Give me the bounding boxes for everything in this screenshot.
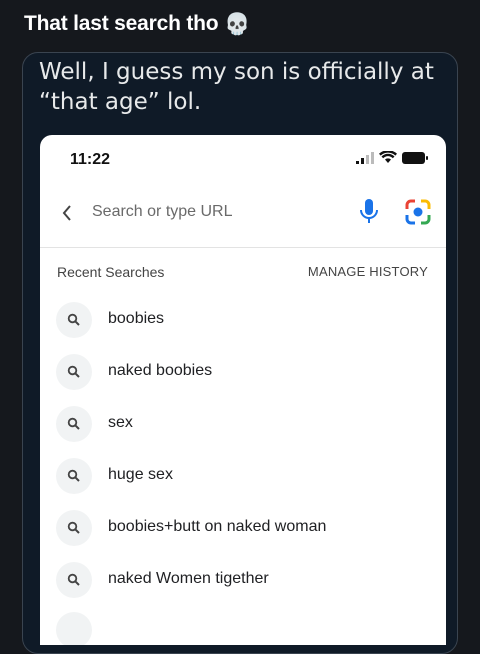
recent-search-label: boobies+butt on naked woman bbox=[108, 518, 327, 535]
recent-search-label: naked boobies bbox=[108, 362, 213, 379]
search-icon bbox=[56, 302, 92, 338]
recent-search-item[interactable]: naked boobies bbox=[40, 346, 446, 398]
quoted-tweet-card[interactable]: Well, I guess my son is officially at “t… bbox=[22, 52, 458, 654]
url-bar[interactable]: Search or type URL bbox=[40, 183, 446, 248]
wifi-icon bbox=[379, 151, 397, 163]
recent-search-label: sex bbox=[108, 414, 133, 431]
search-icon bbox=[56, 406, 92, 442]
search-icon bbox=[56, 354, 92, 390]
search-icon bbox=[56, 458, 92, 494]
status-bar: 11:22 bbox=[40, 135, 446, 183]
microphone-icon[interactable] bbox=[358, 197, 380, 227]
url-input[interactable]: Search or type URL bbox=[92, 203, 233, 221]
status-icons bbox=[356, 151, 428, 164]
signal-icon bbox=[356, 151, 374, 164]
recent-searches-header: Recent Searches MANAGE HISTORY bbox=[40, 248, 446, 294]
recent-search-item[interactable]: huge sex bbox=[40, 450, 446, 502]
recent-search-item-partial[interactable] bbox=[40, 606, 446, 645]
recent-search-label: huge sex bbox=[108, 466, 173, 483]
search-icon bbox=[56, 562, 92, 598]
caption-text: That last search tho bbox=[24, 12, 219, 35]
tweet-text: Well, I guess my son is officially at “t… bbox=[39, 59, 434, 115]
google-lens-icon[interactable] bbox=[403, 197, 433, 227]
phone-screenshot: 11:22 Search or type URL Recent Searches… bbox=[40, 135, 446, 645]
recent-search-item[interactable]: boobies bbox=[40, 294, 446, 346]
status-time: 11:22 bbox=[70, 151, 111, 168]
search-icon bbox=[56, 612, 92, 645]
post-caption: That last search tho 💀 bbox=[24, 12, 251, 36]
recent-searches-title: Recent Searches bbox=[57, 264, 165, 280]
recent-search-item[interactable]: sex bbox=[40, 398, 446, 450]
recent-search-label: boobies bbox=[108, 310, 165, 327]
recent-searches-list: boobies naked boobies sex huge sex boobi… bbox=[40, 294, 446, 645]
recent-search-item[interactable]: boobies+butt on naked woman bbox=[40, 502, 446, 554]
recent-search-item[interactable]: naked Women tigether bbox=[40, 554, 446, 606]
recent-search-label: naked Women tigether bbox=[108, 570, 269, 587]
search-icon bbox=[56, 510, 92, 546]
battery-icon bbox=[402, 151, 428, 164]
skull-emoji-icon: 💀 bbox=[224, 12, 251, 36]
manage-history-link[interactable]: MANAGE HISTORY bbox=[308, 264, 428, 279]
back-chevron-icon[interactable] bbox=[60, 203, 74, 223]
